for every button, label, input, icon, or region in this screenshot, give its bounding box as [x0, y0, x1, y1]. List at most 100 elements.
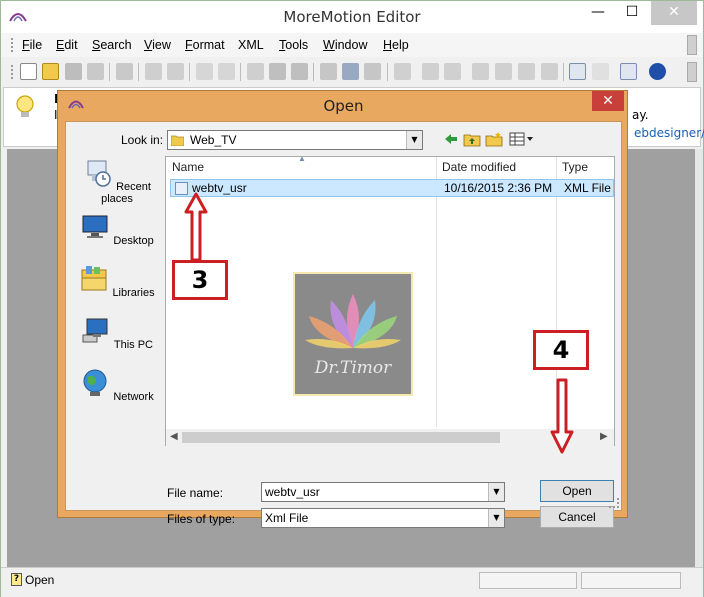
toolbar-separator	[563, 63, 564, 81]
step3-callout: 3	[172, 260, 228, 300]
toolbar	[1, 59, 703, 85]
print-preview-icon[interactable]	[167, 63, 184, 80]
menu-xml[interactable]: XML	[238, 38, 264, 52]
places-bar: Recent places Desktop Libraries This PC …	[72, 158, 162, 438]
transform-icon[interactable]	[518, 63, 535, 80]
menu-edit[interactable]: Edit	[56, 38, 78, 52]
dialog-body: Look in: Web_TV ▼ Recent places Desktop …	[65, 121, 622, 528]
chevron-down-icon[interactable]: ▼	[488, 483, 504, 501]
file-name-field[interactable]: webtv_usr ▼	[261, 482, 505, 502]
place-label: Desktop	[113, 235, 154, 247]
scrollbar-thumb[interactable]	[182, 432, 500, 443]
cut-icon[interactable]	[247, 63, 264, 80]
file-date-cell: 10/16/2015 2:36 PM	[444, 181, 553, 195]
chevron-down-icon[interactable]: ▼	[406, 131, 422, 149]
menubar-chevron[interactable]	[687, 35, 697, 55]
dialog-close-button[interactable]: ✕	[592, 91, 624, 111]
horizontal-scrollbar[interactable]: ◀ ▶	[166, 429, 614, 446]
column-header-date[interactable]: Date modified	[436, 157, 556, 177]
status-text: Open	[25, 573, 55, 587]
redo-icon[interactable]	[218, 63, 235, 80]
file-list: Name ▲ Date modified Type webtv_usr 10/1…	[165, 154, 615, 446]
save-icon[interactable]	[65, 63, 82, 80]
info-link[interactable]: ebdesigner/	[634, 126, 704, 140]
panel-view-icon[interactable]	[620, 63, 637, 80]
step4-callout: 4	[533, 330, 589, 370]
close-doc-icon[interactable]	[116, 63, 133, 80]
close-button[interactable]: ✕	[651, 1, 697, 25]
menu-bar: File Edit Search View Format XML Tools W…	[1, 33, 703, 57]
open-button[interactable]: Open	[540, 480, 614, 502]
outdent-icon[interactable]	[444, 63, 461, 80]
menu-search[interactable]: Search	[92, 38, 132, 52]
chevron-down-icon[interactable]: ▼	[488, 509, 504, 527]
toolbar-chevron[interactable]	[687, 62, 697, 82]
file-name-label: File name:	[167, 486, 224, 500]
open-dialog: Open ✕ Look in: Web_TV ▼ Recent places D…	[57, 90, 628, 528]
column-header-type[interactable]: Type	[556, 157, 614, 177]
menu-view[interactable]: View	[144, 38, 171, 52]
paste-icon[interactable]	[291, 63, 308, 80]
status-bar: ? Open	[1, 567, 703, 597]
place-desktop[interactable]: Desktop	[72, 212, 162, 247]
place-label: Libraries	[112, 287, 155, 299]
file-name-value[interactable]: webtv_usr	[265, 485, 320, 499]
undo-icon[interactable]	[196, 63, 213, 80]
resize-grip[interactable]	[609, 498, 619, 508]
save-all-icon[interactable]	[87, 63, 104, 80]
replace-icon[interactable]	[364, 63, 381, 80]
status-pane	[479, 572, 577, 589]
minimize-button[interactable]: —	[581, 1, 615, 25]
place-libraries[interactable]: Libraries	[72, 264, 162, 299]
menu-window[interactable]: Window	[323, 38, 367, 52]
indent-icon[interactable]	[422, 63, 439, 80]
sync-icon[interactable]	[495, 63, 512, 80]
column-divider	[436, 157, 437, 427]
format-icon[interactable]	[394, 63, 411, 80]
help-status-icon: ?	[11, 573, 22, 586]
column-header-name[interactable]: Name ▲	[166, 154, 436, 177]
place-recent[interactable]: Recent places	[72, 158, 162, 205]
toolbar-separator	[313, 63, 314, 81]
help-icon[interactable]	[649, 63, 666, 80]
menu-format[interactable]: Format	[185, 38, 225, 52]
menu-grip	[11, 38, 14, 52]
maximize-button[interactable]: ☐	[615, 1, 649, 25]
back-arrow-icon[interactable]	[442, 131, 460, 147]
scroll-left-icon[interactable]: ◀	[170, 431, 178, 442]
title-bar: MoreMotion Editor — ☐ ✕	[1, 1, 703, 33]
file-row[interactable]: webtv_usr 10/16/2015 2:36 PM XML File	[170, 179, 614, 197]
computer-icon	[82, 318, 108, 343]
look-in-value: Web_TV	[190, 133, 237, 147]
menu-file[interactable]: File	[22, 38, 42, 52]
view-menu-icon[interactable]	[509, 131, 535, 147]
up-folder-icon[interactable]	[463, 131, 481, 147]
workspace-scrollbar[interactable]	[695, 149, 703, 567]
place-this-pc[interactable]: This PC	[72, 316, 162, 351]
step3-arrow	[184, 192, 208, 262]
file-type-value: Xml File	[265, 511, 309, 525]
new-file-icon[interactable]	[20, 63, 37, 80]
tree-view-icon[interactable]	[592, 63, 609, 80]
cancel-button[interactable]: Cancel	[540, 506, 614, 528]
print-icon[interactable]	[145, 63, 162, 80]
list-icon[interactable]	[541, 63, 558, 80]
menu-tools[interactable]: Tools	[279, 38, 308, 52]
find-icon[interactable]	[320, 63, 337, 80]
lotus-logo-icon	[305, 294, 401, 349]
toolbar-separator	[387, 63, 388, 81]
menu-help[interactable]: Help	[383, 38, 409, 52]
place-network[interactable]: Network	[72, 368, 162, 403]
look-in-dropdown[interactable]: Web_TV ▼	[167, 130, 423, 150]
find-next-icon[interactable]	[342, 63, 359, 80]
file-type-select[interactable]: Xml File ▼	[261, 508, 505, 528]
page-view-icon[interactable]	[569, 63, 586, 80]
check-icon[interactable]	[472, 63, 489, 80]
scroll-right-icon[interactable]: ▶	[600, 431, 608, 442]
open-folder-icon[interactable]	[42, 63, 59, 80]
folder-icon	[171, 135, 184, 146]
file-type-label: Files of type:	[167, 512, 236, 526]
new-folder-icon[interactable]	[485, 131, 503, 147]
info-text-fragment-right: ay.	[632, 108, 649, 122]
copy-icon[interactable]	[269, 63, 286, 80]
